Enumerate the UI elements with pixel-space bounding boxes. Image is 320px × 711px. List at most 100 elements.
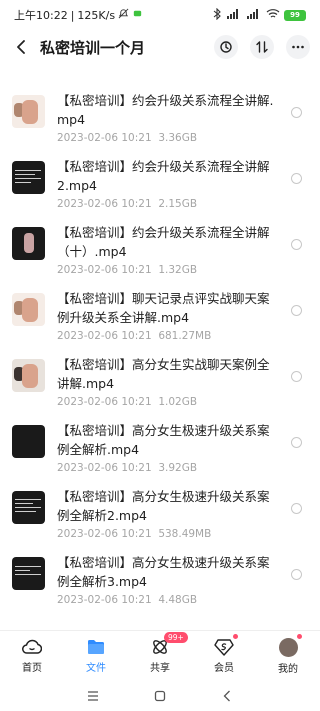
select-radio[interactable] — [291, 569, 302, 580]
file-info: 【私密培训】约会升级关系流程全讲解.mp4 2023-02-06 10:21 3… — [57, 91, 279, 144]
file-item[interactable]: 【私密培训】聊天记录点评实战聊天案例升级关系全讲解.mp4 2023-02-06… — [0, 278, 320, 344]
mute-icon — [118, 8, 129, 22]
file-info: 【私密培训】高分女生极速升级关系案例全解析2.mp4 2023-02-06 10… — [57, 487, 279, 540]
history-button[interactable] — [214, 35, 238, 59]
video-thumbnail — [12, 227, 45, 260]
select-radio[interactable] — [291, 503, 302, 514]
tab-home[interactable]: 首页 — [0, 631, 64, 678]
select-radio[interactable] — [291, 305, 302, 316]
file-meta: 2023-02-06 10:21 4.48GB — [57, 594, 279, 606]
file-name: 【私密培训】约会升级关系流程全讲解.mp4 — [57, 93, 274, 127]
tab-share[interactable]: 99+ 共享 — [128, 631, 192, 678]
file-name: 【私密培训】高分女生极速升级关系案例全解析.mp4 — [57, 423, 270, 457]
menu-icon — [88, 690, 99, 701]
vip-icon — [214, 639, 234, 656]
status-left: 上午10:22 | 125K/s — [14, 7, 143, 23]
file-meta: 2023-02-06 10:21 1.02GB — [57, 396, 279, 408]
cloud-icon — [22, 639, 42, 654]
video-thumbnail — [12, 425, 45, 458]
select-radio[interactable] — [291, 371, 302, 382]
history-icon — [220, 41, 232, 53]
signal-2-icon — [246, 8, 262, 22]
battery-icon: 99 — [284, 9, 306, 21]
video-thumbnail — [12, 557, 45, 590]
status-time: 上午10:22 — [14, 9, 68, 22]
file-info: 【私密培训】高分女生实战聊天案例全讲解.mp4 2023-02-06 10:21… — [57, 355, 279, 408]
file-size: 3.36GB — [158, 132, 198, 144]
recents-button[interactable] — [85, 688, 101, 704]
app-notification-icon — [132, 8, 143, 22]
file-date: 2023-02-06 10:21 — [57, 594, 152, 606]
file-item[interactable]: 【私密培训】高分女生极速升级关系案例全解析.mp4 2023-02-06 10:… — [0, 410, 320, 476]
file-date: 2023-02-06 10:21 — [57, 264, 152, 276]
file-size: 2.15GB — [158, 198, 198, 210]
file-name: 【私密培训】约会升级关系流程全讲解2.mp4 — [57, 159, 270, 193]
file-size: 538.49MB — [158, 528, 212, 540]
more-icon — [292, 45, 304, 49]
select-radio[interactable] — [291, 173, 302, 184]
file-info: 【私密培训】聊天记录点评实战聊天案例升级关系全讲解.mp4 2023-02-06… — [57, 289, 279, 342]
profile-dot — [297, 634, 302, 639]
file-meta: 2023-02-06 10:21 3.36GB — [57, 132, 279, 144]
header: 私密培训一个月 — [0, 30, 320, 64]
file-meta: 2023-02-06 10:21 1.32GB — [57, 264, 279, 276]
wifi-icon — [266, 8, 280, 22]
sort-button[interactable] — [250, 35, 274, 59]
network-speed: 125K/s — [77, 8, 116, 22]
header-actions — [214, 35, 310, 59]
file-item[interactable]: 【私密培训】高分女生实战聊天案例全讲解.mp4 2023-02-06 10:21… — [0, 344, 320, 410]
file-item[interactable]: 【私密培训】高分女生极速升级关系案例全解析3.mp4 2023-02-06 10… — [0, 542, 320, 608]
select-radio[interactable] — [291, 107, 302, 118]
file-info: 【私密培训】约会升级关系流程全讲解（十）.mp4 2023-02-06 10:2… — [57, 223, 279, 276]
file-meta: 2023-02-06 10:21 3.92GB — [57, 462, 279, 474]
file-name: 【私密培训】约会升级关系流程全讲解（十）.mp4 — [57, 225, 270, 259]
tab-label: 文件 — [86, 663, 106, 674]
tab-label: 首页 — [22, 663, 42, 674]
signal-1-icon — [226, 8, 242, 22]
file-info: 【私密培训】高分女生极速升级关系案例全解析3.mp4 2023-02-06 10… — [57, 553, 279, 606]
system-nav-bar — [0, 680, 320, 711]
tab-label: 会员 — [214, 663, 234, 674]
file-name: 【私密培训】聊天记录点评实战聊天案例升级关系全讲解.mp4 — [57, 291, 270, 325]
file-meta: 2023-02-06 10:21 538.49MB — [57, 528, 279, 540]
file-item[interactable]: 【私密培训】约会升级关系流程全讲解.mp4 2023-02-06 10:21 3… — [0, 80, 320, 146]
back-arrow-icon — [17, 40, 25, 54]
file-date: 2023-02-06 10:21 — [57, 528, 152, 540]
file-date: 2023-02-06 10:21 — [57, 330, 152, 342]
file-date: 2023-02-06 10:21 — [57, 198, 152, 210]
file-date: 2023-02-06 10:21 — [57, 462, 152, 474]
status-bar: 上午10:22 | 125K/s 99 — [0, 0, 320, 30]
video-thumbnail — [12, 359, 45, 392]
bottom-tab-bar: 首页 文件 99+ 共享 会员 我的 — [0, 630, 320, 678]
file-size: 1.32GB — [158, 264, 198, 276]
file-info: 【私密培训】高分女生极速升级关系案例全解析.mp4 2023-02-06 10:… — [57, 421, 279, 474]
tab-files[interactable]: 文件 — [64, 631, 128, 678]
file-size: 1.02GB — [158, 396, 198, 408]
file-item[interactable]: 【私密培训】约会升级关系流程全讲解2.mp4 2023-02-06 10:21 … — [0, 146, 320, 212]
system-back-button[interactable] — [219, 688, 235, 704]
sort-icon — [256, 41, 268, 53]
square-icon — [154, 690, 166, 701]
back-chevron-icon — [223, 690, 230, 701]
file-date: 2023-02-06 10:21 — [57, 132, 152, 144]
folder-icon — [88, 640, 104, 654]
tab-profile[interactable]: 我的 — [256, 631, 320, 678]
vip-dot — [233, 634, 238, 639]
tab-label: 我的 — [278, 664, 298, 675]
file-item[interactable]: 【私密培训】约会升级关系流程全讲解（十）.mp4 2023-02-06 10:2… — [0, 212, 320, 278]
status-divider: | — [70, 8, 75, 22]
back-button[interactable] — [12, 38, 30, 56]
video-thumbnail — [12, 293, 45, 326]
home-button[interactable] — [152, 688, 168, 704]
bluetooth-icon — [213, 7, 222, 23]
file-meta: 2023-02-06 10:21 681.27MB — [57, 330, 279, 342]
more-button[interactable] — [286, 35, 310, 59]
file-size: 4.48GB — [158, 594, 198, 606]
share-badge: 99+ — [164, 632, 188, 643]
status-right: 99 — [213, 7, 306, 23]
tab-vip[interactable]: 会员 — [192, 631, 256, 678]
select-radio[interactable] — [291, 239, 302, 250]
select-radio[interactable] — [291, 437, 302, 448]
file-info: 【私密培训】约会升级关系流程全讲解2.mp4 2023-02-06 10:21 … — [57, 157, 279, 210]
file-item[interactable]: 【私密培训】高分女生极速升级关系案例全解析2.mp4 2023-02-06 10… — [0, 476, 320, 542]
